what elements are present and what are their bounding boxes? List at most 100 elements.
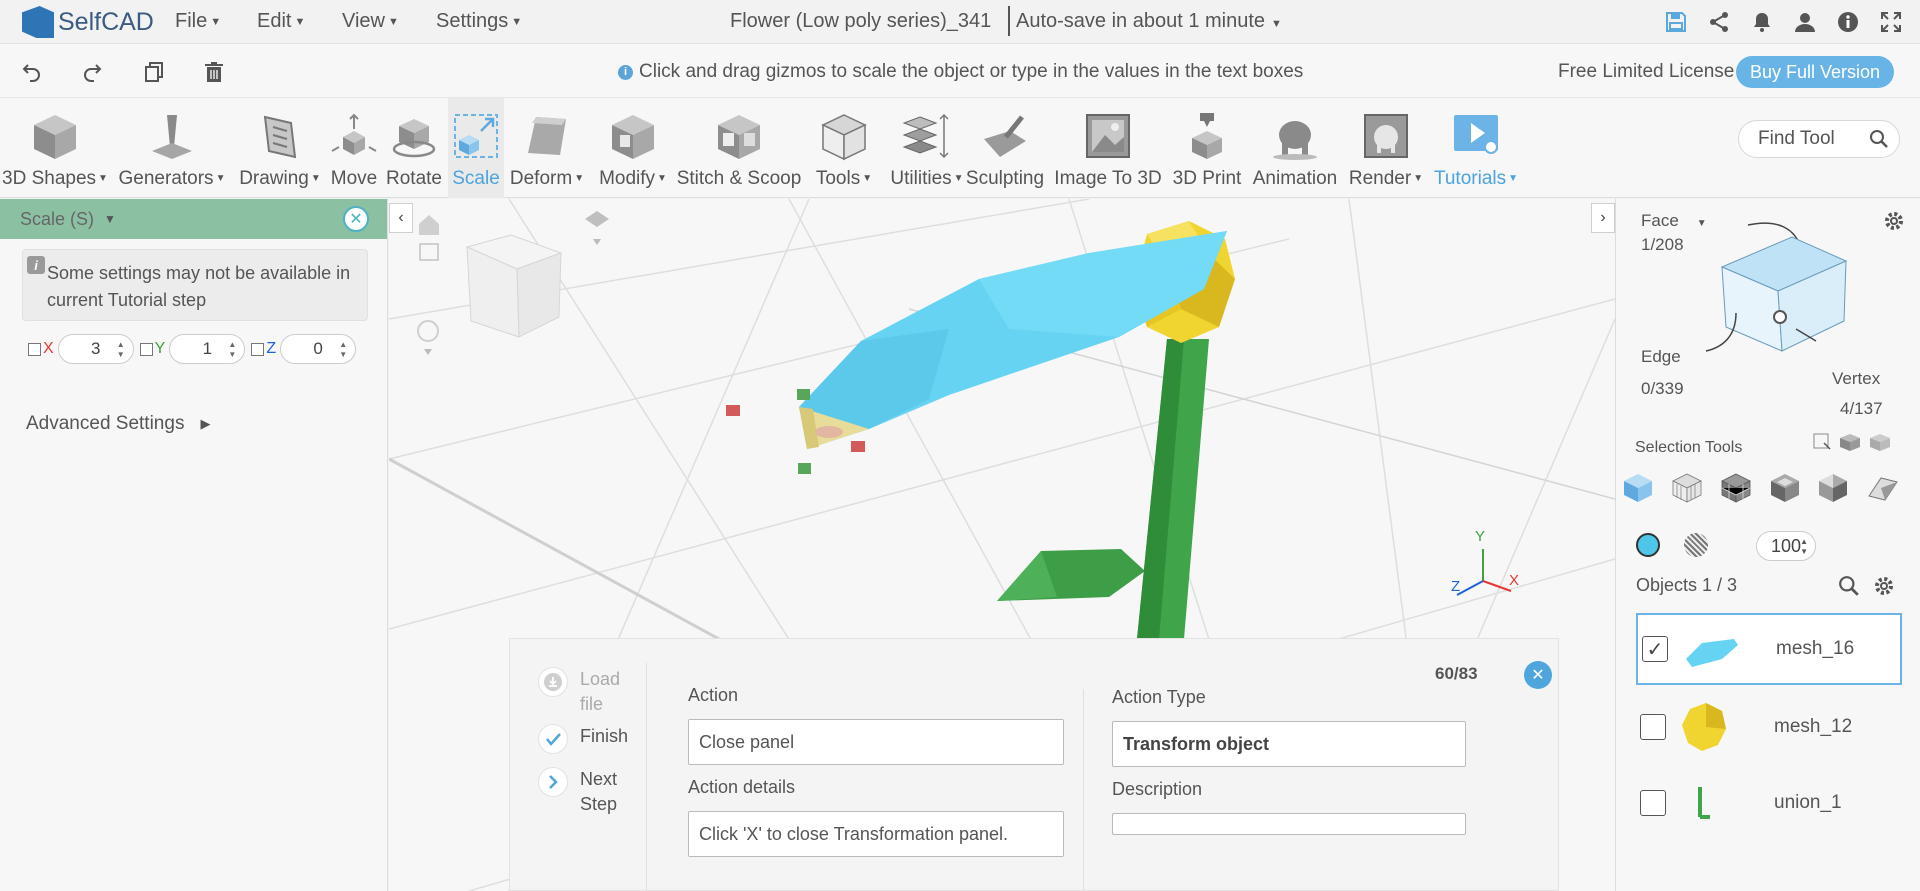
menu-file[interactable]: File ▼ bbox=[175, 10, 221, 33]
user-account-icon[interactable] bbox=[1791, 8, 1819, 36]
select-object-icon[interactable] bbox=[1621, 471, 1655, 505]
stepper-icon[interactable]: ▲ ▼ bbox=[1800, 537, 1808, 557]
axis-y-input[interactable]: 1 ▲ ▼ bbox=[169, 334, 246, 364]
object-row-union-1[interactable]: union_1 bbox=[1636, 767, 1902, 839]
fullscreen-icon[interactable] bbox=[1877, 8, 1905, 36]
chevron-right-icon bbox=[538, 767, 568, 797]
undo-icon[interactable] bbox=[18, 58, 46, 86]
app-logo[interactable]: SelfCAD bbox=[22, 4, 154, 40]
search-icon[interactable] bbox=[1869, 129, 1889, 155]
scale-panel: Scale (S) ▼ ✕ i Some settings may not be… bbox=[0, 199, 388, 891]
selection-filter-icons[interactable] bbox=[1812, 431, 1892, 453]
select-solid-icon[interactable] bbox=[1768, 471, 1802, 505]
tool-image-to-3d[interactable]: Image To 3D bbox=[1052, 98, 1164, 198]
tool-3d-print[interactable]: 3D Print bbox=[1168, 98, 1246, 198]
copy-icon[interactable] bbox=[140, 58, 168, 86]
object-checkbox[interactable] bbox=[1640, 790, 1666, 816]
sculpting-brush-icon bbox=[975, 108, 1035, 164]
tool-scale[interactable]: Scale bbox=[448, 98, 504, 198]
brush-pattern-icon[interactable] bbox=[1684, 533, 1708, 557]
tool-modify[interactable]: Modify ▼ bbox=[594, 98, 672, 198]
share-icon[interactable] bbox=[1705, 8, 1733, 36]
tool-hint: i Click and drag gizmos to scale the obj… bbox=[618, 61, 1303, 83]
object-checkbox[interactable]: ✓ bbox=[1642, 636, 1668, 662]
autosave-status[interactable]: Auto-save in about 1 minute ▼ bbox=[1016, 10, 1282, 33]
delete-trash-icon[interactable] bbox=[200, 58, 228, 86]
tool-3d-shapes[interactable]: 3D Shapes ▼ bbox=[0, 98, 110, 198]
caret-down-icon[interactable]: ▼ bbox=[104, 212, 116, 226]
menu-settings[interactable]: Settings ▼ bbox=[436, 10, 522, 33]
close-panel-button[interactable]: ✕ bbox=[343, 206, 369, 232]
action-details-field[interactable]: Click 'X' to close Transformation panel. bbox=[688, 811, 1064, 857]
deform-icon bbox=[517, 108, 577, 164]
close-tutorial-button[interactable]: ✕ bbox=[1524, 661, 1552, 689]
stepper-icon[interactable]: ▲ ▼ bbox=[339, 340, 347, 360]
edge-label[interactable]: Edge bbox=[1641, 347, 1681, 367]
tool-tutorials[interactable]: Tutorials ▼ bbox=[1430, 98, 1522, 198]
axis-x-input[interactable]: 3 ▲ ▼ bbox=[57, 334, 134, 364]
tool-render[interactable]: Render ▼ bbox=[1346, 98, 1426, 198]
brush-size-input[interactable]: 100 ▲ ▼ bbox=[1756, 531, 1816, 561]
stepper-icon[interactable]: ▲ ▼ bbox=[117, 340, 125, 360]
help-info-icon[interactable] bbox=[1834, 8, 1862, 36]
scale-icon bbox=[446, 108, 506, 164]
tool-rotate[interactable]: Rotate bbox=[384, 98, 444, 198]
action-type-field[interactable]: Transform object bbox=[1112, 721, 1466, 767]
select-plane-icon[interactable] bbox=[1866, 471, 1900, 505]
collapse-left-panel-icon[interactable]: ‹ bbox=[389, 203, 413, 233]
stepper-icon[interactable]: ▲ ▼ bbox=[228, 340, 236, 360]
select-wireframe-icon[interactable] bbox=[1719, 471, 1753, 505]
vertex-label[interactable]: Vertex bbox=[1832, 369, 1880, 389]
object-settings-gear-icon[interactable] bbox=[1872, 574, 1896, 598]
axis-x-label: X bbox=[43, 340, 54, 357]
tool-generators[interactable]: Generators ▼ bbox=[114, 98, 230, 198]
object-checkbox[interactable] bbox=[1640, 714, 1666, 740]
document-title[interactable]: Flower (Low poly series)_341 bbox=[730, 10, 991, 33]
info-icon: i bbox=[27, 256, 45, 274]
tool-utilities[interactable]: Utilities ▼ bbox=[884, 98, 970, 198]
tool-move[interactable]: Move bbox=[328, 98, 380, 198]
object-row-mesh-12[interactable]: mesh_12 bbox=[1636, 691, 1902, 763]
menu-view[interactable]: View ▼ bbox=[342, 10, 399, 33]
object-row-mesh-16[interactable]: ✓ mesh_16 bbox=[1636, 613, 1902, 685]
axis-x-checkbox[interactable] bbox=[28, 342, 41, 356]
description-field[interactable] bbox=[1112, 813, 1466, 835]
collapse-right-panel-icon[interactable]: › bbox=[1591, 203, 1615, 233]
axis-z-checkbox[interactable] bbox=[251, 342, 265, 356]
tool-tools[interactable]: Tools ▼ bbox=[808, 98, 880, 198]
tool-drawing[interactable]: Drawing ▼ bbox=[234, 98, 326, 198]
buy-full-version-button[interactable]: Buy Full Version bbox=[1736, 56, 1894, 88]
menu-edit[interactable]: Edit ▼ bbox=[257, 10, 305, 33]
tool-deform[interactable]: Deform ▼ bbox=[506, 98, 588, 198]
tutorial-progress: 60/83 bbox=[1435, 664, 1478, 683]
axis-y-checkbox[interactable] bbox=[139, 342, 153, 356]
select-half-icon[interactable] bbox=[1816, 471, 1850, 505]
action-details-label: Action details bbox=[688, 777, 796, 797]
tool-sculpting[interactable]: Sculpting bbox=[964, 98, 1046, 198]
tutorial-step-next[interactable]: Next Step bbox=[538, 767, 630, 817]
advanced-settings-toggle[interactable]: Advanced Settings ▶ bbox=[26, 413, 210, 435]
action-field[interactable]: Close panel bbox=[688, 719, 1064, 765]
mesh-16-thumbnail bbox=[1686, 639, 1738, 667]
tool-stitch-scoop[interactable]: Stitch & Scoop bbox=[676, 98, 802, 198]
select-faces-icon[interactable] bbox=[1670, 471, 1704, 505]
brush-color-icon[interactable] bbox=[1636, 533, 1660, 557]
tutorial-step-load-file[interactable]: Load file bbox=[538, 667, 630, 717]
tutorial-step-finish[interactable]: Finish bbox=[538, 724, 630, 754]
download-icon bbox=[538, 667, 568, 697]
find-tool-search[interactable]: Find Tool bbox=[1738, 120, 1900, 158]
save-icon[interactable] bbox=[1662, 8, 1690, 36]
scale-panel-header[interactable]: Scale (S) ▼ ✕ bbox=[0, 199, 387, 239]
caret-down-icon: ▼ bbox=[511, 15, 523, 28]
selection-mode-diagram[interactable] bbox=[1696, 217, 1896, 357]
axis-z-input[interactable]: 0 ▲ ▼ bbox=[280, 334, 357, 364]
view-cube[interactable] bbox=[465, 234, 563, 338]
tool-animation[interactable]: Animation bbox=[1248, 98, 1342, 198]
finish-label: Finish bbox=[580, 726, 629, 746]
caret-down-icon: ▼ bbox=[1413, 173, 1424, 185]
main-toolbar: 3D Shapes ▼ Generators ▼ Drawing ▼ Move Rot… bbox=[0, 98, 1920, 198]
notifications-bell-icon[interactable] bbox=[1748, 8, 1776, 36]
leaf-mesh bbox=[997, 549, 1145, 601]
redo-icon[interactable] bbox=[78, 58, 106, 86]
search-objects-icon[interactable] bbox=[1838, 575, 1860, 597]
